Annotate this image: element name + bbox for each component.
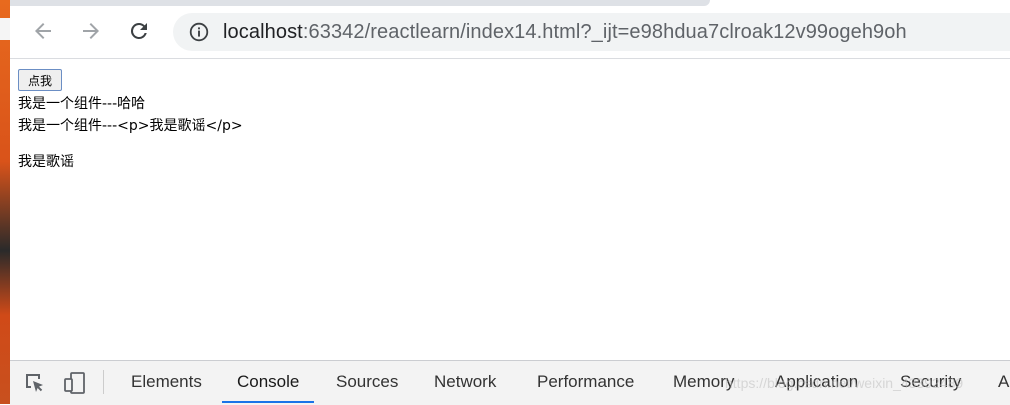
watermark-text: https://blog.csdn.net/weixin_43392489: [725, 375, 964, 391]
browser-toolbar: localhost:63342/reactlearn/index14.html?…: [10, 6, 1010, 59]
url-path: :63342/reactlearn/index14.html?_ijt=e98h…: [302, 21, 907, 43]
url-host: localhost: [223, 21, 303, 43]
tab-elements[interactable]: Elements: [131, 361, 202, 403]
browser-window: localhost:63342/reactlearn/index14.html?…: [10, 0, 1010, 405]
page-content: 点我 我是一个组件---哈哈 我是一个组件---<p>我是歌谣</p> 我是歌谣: [10, 59, 1010, 360]
tab-console[interactable]: Console: [222, 361, 315, 403]
component-text-1: 我是一个组件---哈哈: [18, 96, 146, 112]
url-text[interactable]: localhost:63342/reactlearn/index14.html?…: [223, 21, 907, 43]
info-icon[interactable]: [189, 22, 209, 42]
desktop-edge: [0, 0, 10, 404]
tab-performance[interactable]: Performance: [537, 361, 634, 403]
tab-network[interactable]: Network: [434, 361, 496, 403]
song-paragraph: 我是歌谣: [18, 154, 74, 170]
tab-more[interactable]: A: [998, 361, 1009, 403]
device-toolbar-icon[interactable]: [63, 371, 87, 395]
toolbar-divider: [103, 370, 104, 394]
forward-arrow-icon[interactable]: [78, 18, 104, 44]
address-bar[interactable]: localhost:63342/reactlearn/index14.html?…: [173, 13, 1010, 51]
component-text-2: 我是一个组件---<p>我是歌谣</p>: [18, 118, 243, 134]
inspect-element-icon[interactable]: [23, 371, 47, 395]
tab-sources[interactable]: Sources: [336, 361, 398, 403]
reload-icon[interactable]: [126, 18, 152, 44]
back-arrow-icon[interactable]: [30, 18, 56, 44]
click-me-button[interactable]: 点我: [18, 69, 62, 91]
